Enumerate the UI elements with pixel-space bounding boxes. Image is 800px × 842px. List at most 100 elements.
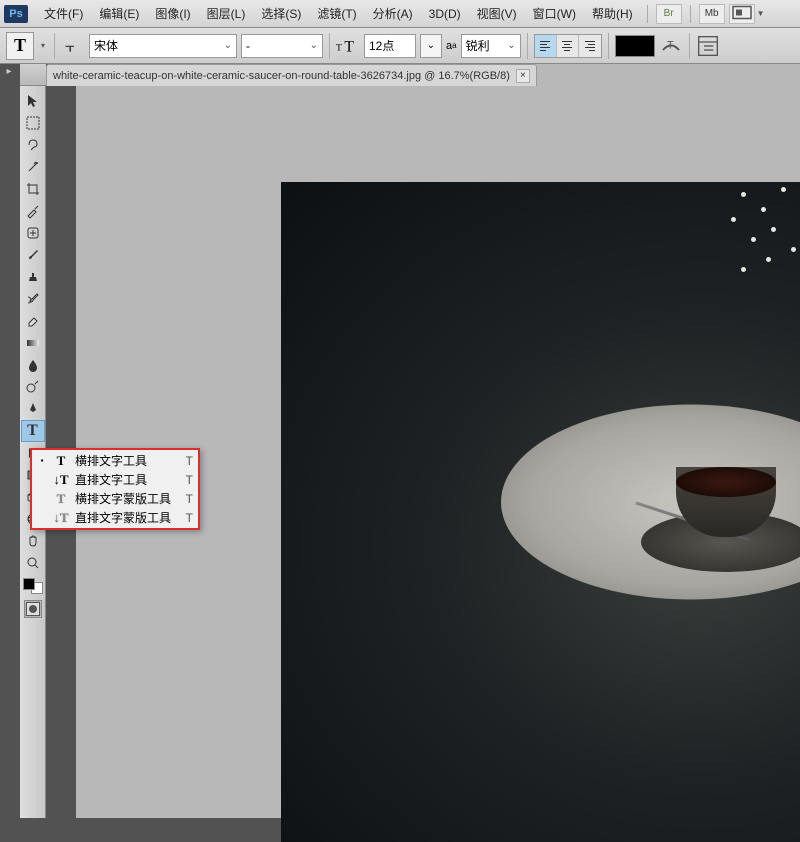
menu-image[interactable]: 图像(I) — [147, 1, 198, 26]
screen-mode-button[interactable] — [729, 4, 755, 24]
font-family-select[interactable]: 宋体 ⌄ — [89, 34, 237, 58]
text-orientation-icon: ⫟ — [61, 34, 85, 58]
antialias-label: aa — [446, 40, 457, 52]
align-left-button[interactable] — [535, 35, 557, 57]
color-chips[interactable] — [23, 578, 43, 594]
align-right-button[interactable] — [579, 35, 601, 57]
options-bar: T ▾ ⫟ 宋体 ⌄ - ⌄ TT 12点 ⌄ aa 锐利 ⌄ T — [0, 28, 800, 64]
gradient-tool[interactable] — [21, 332, 45, 354]
menu-edit[interactable]: 编辑(E) — [91, 1, 147, 26]
flyout-shortcut: T — [177, 492, 193, 506]
menu-3d[interactable]: 3D(D) — [421, 3, 469, 25]
vertical-type-mask-icon: ↓T — [53, 510, 69, 526]
move-tool[interactable] — [21, 90, 45, 112]
eyedropper-tool[interactable] — [21, 200, 45, 222]
align-center-button[interactable] — [557, 35, 579, 57]
font-size-select[interactable]: 12点 — [364, 34, 416, 58]
text-color-swatch[interactable] — [615, 35, 655, 57]
type-icon: T — [27, 422, 38, 440]
separator — [689, 33, 690, 59]
flyout-label: 直排文字工具 — [75, 471, 171, 488]
antialias-value: 锐利 — [466, 37, 490, 54]
quick-mask-button[interactable] — [24, 600, 42, 618]
font-size-value: 12点 — [369, 37, 394, 54]
svg-text:T: T — [667, 39, 674, 51]
flyout-shortcut: T — [177, 454, 193, 468]
marquee-tool[interactable] — [21, 112, 45, 134]
history-brush-tool[interactable] — [21, 288, 45, 310]
vertical-type-icon: ↓T — [53, 472, 69, 488]
svg-text:T: T — [336, 42, 342, 53]
lasso-tool[interactable] — [21, 134, 45, 156]
pen-tool[interactable] — [21, 398, 45, 420]
text-align-group — [534, 34, 602, 58]
photo-content — [281, 182, 800, 842]
separator — [54, 33, 55, 59]
active-tool-indicator: T — [6, 32, 34, 60]
font-family-value: 宋体 — [94, 37, 118, 54]
toolbox-expand-button[interactable]: ▸ — [2, 64, 16, 78]
separator — [608, 33, 609, 59]
bridge-button[interactable]: Br — [656, 4, 682, 24]
align-left-icon — [540, 41, 550, 51]
active-dot-icon: ▪ — [37, 456, 47, 465]
separator — [329, 33, 330, 59]
document-tab[interactable]: white-ceramic-teacup-on-white-ceramic-sa… — [46, 64, 537, 86]
flyout-shortcut: T — [177, 511, 193, 525]
flyout-vertical-type[interactable]: ↓T 直排文字工具 T — [33, 470, 197, 489]
toolbox-collapse-strip: ▸ — [0, 64, 20, 818]
menu-select[interactable]: 选择(S) — [253, 1, 309, 26]
chevron-down-icon: ⌄ — [501, 40, 515, 51]
flyout-horizontal-type[interactable]: ▪ T 横排文字工具 T — [33, 451, 197, 470]
font-style-value: - — [246, 39, 250, 53]
warp-text-button[interactable]: T — [659, 34, 683, 58]
flyout-shortcut: T — [177, 473, 193, 487]
tab-close-button[interactable]: × — [516, 69, 530, 83]
font-style-select[interactable]: - ⌄ — [241, 34, 323, 58]
document-canvas[interactable] — [281, 182, 800, 842]
menu-filter[interactable]: 滤镜(T) — [309, 1, 364, 26]
screen-mode-icon — [730, 2, 754, 26]
flyout-label: 直排文字蒙版工具 — [75, 509, 171, 526]
toolbox: T — [20, 64, 46, 818]
horizontal-type-icon: T — [53, 453, 69, 469]
eraser-tool[interactable] — [21, 310, 45, 332]
separator — [690, 5, 691, 23]
type-tool-flyout: ▪ T 横排文字工具 T ↓T 直排文字工具 T T 横排文字蒙版工具 T ↓T… — [30, 448, 200, 530]
menu-help[interactable]: 帮助(H) — [584, 1, 641, 26]
brush-tool[interactable] — [21, 244, 45, 266]
cup-assembly — [641, 512, 800, 572]
svg-text:T: T — [344, 38, 354, 55]
healing-brush-tool[interactable] — [21, 222, 45, 244]
align-center-icon — [562, 41, 572, 51]
crop-tool[interactable] — [21, 178, 45, 200]
flowers-decoration — [711, 182, 800, 352]
zoom-tool[interactable] — [21, 552, 45, 574]
menu-window[interactable]: 窗口(W) — [525, 1, 584, 26]
tab-strip-edge — [20, 64, 46, 86]
character-panel-button[interactable] — [696, 34, 720, 58]
flyout-vertical-type-mask[interactable]: ↓T 直排文字蒙版工具 T — [33, 508, 197, 527]
menu-bar: Ps 文件(F) 编辑(E) 图像(I) 图层(L) 选择(S) 滤镜(T) 分… — [0, 0, 800, 28]
foreground-color-chip[interactable] — [23, 578, 35, 590]
menu-layer[interactable]: 图层(L) — [199, 1, 254, 26]
font-size-dropdown[interactable]: ⌄ — [420, 34, 442, 58]
warp-text-icon: T — [659, 34, 683, 58]
chevron-down-icon: ⌄ — [304, 40, 318, 51]
magic-wand-tool[interactable] — [21, 156, 45, 178]
text-orientation-button[interactable]: ⫟ — [61, 34, 85, 58]
flyout-horizontal-type-mask[interactable]: T 横排文字蒙版工具 T — [33, 489, 197, 508]
screen-mode-dropdown[interactable]: ▼ — [757, 9, 765, 18]
dodge-tool[interactable] — [21, 376, 45, 398]
menu-analysis[interactable]: 分析(A) — [365, 1, 421, 26]
tool-preset-dropdown[interactable]: ▾ — [38, 32, 48, 60]
minibridge-button[interactable]: Mb — [699, 4, 725, 24]
menu-view[interactable]: 视图(V) — [469, 1, 525, 26]
antialias-select[interactable]: 锐利 ⌄ — [461, 34, 521, 58]
canvas-area — [76, 64, 800, 818]
hand-tool[interactable] — [21, 530, 45, 552]
blur-tool[interactable] — [21, 354, 45, 376]
clone-stamp-tool[interactable] — [21, 266, 45, 288]
menu-file[interactable]: 文件(F) — [36, 1, 91, 26]
type-tool[interactable]: T — [21, 420, 45, 442]
